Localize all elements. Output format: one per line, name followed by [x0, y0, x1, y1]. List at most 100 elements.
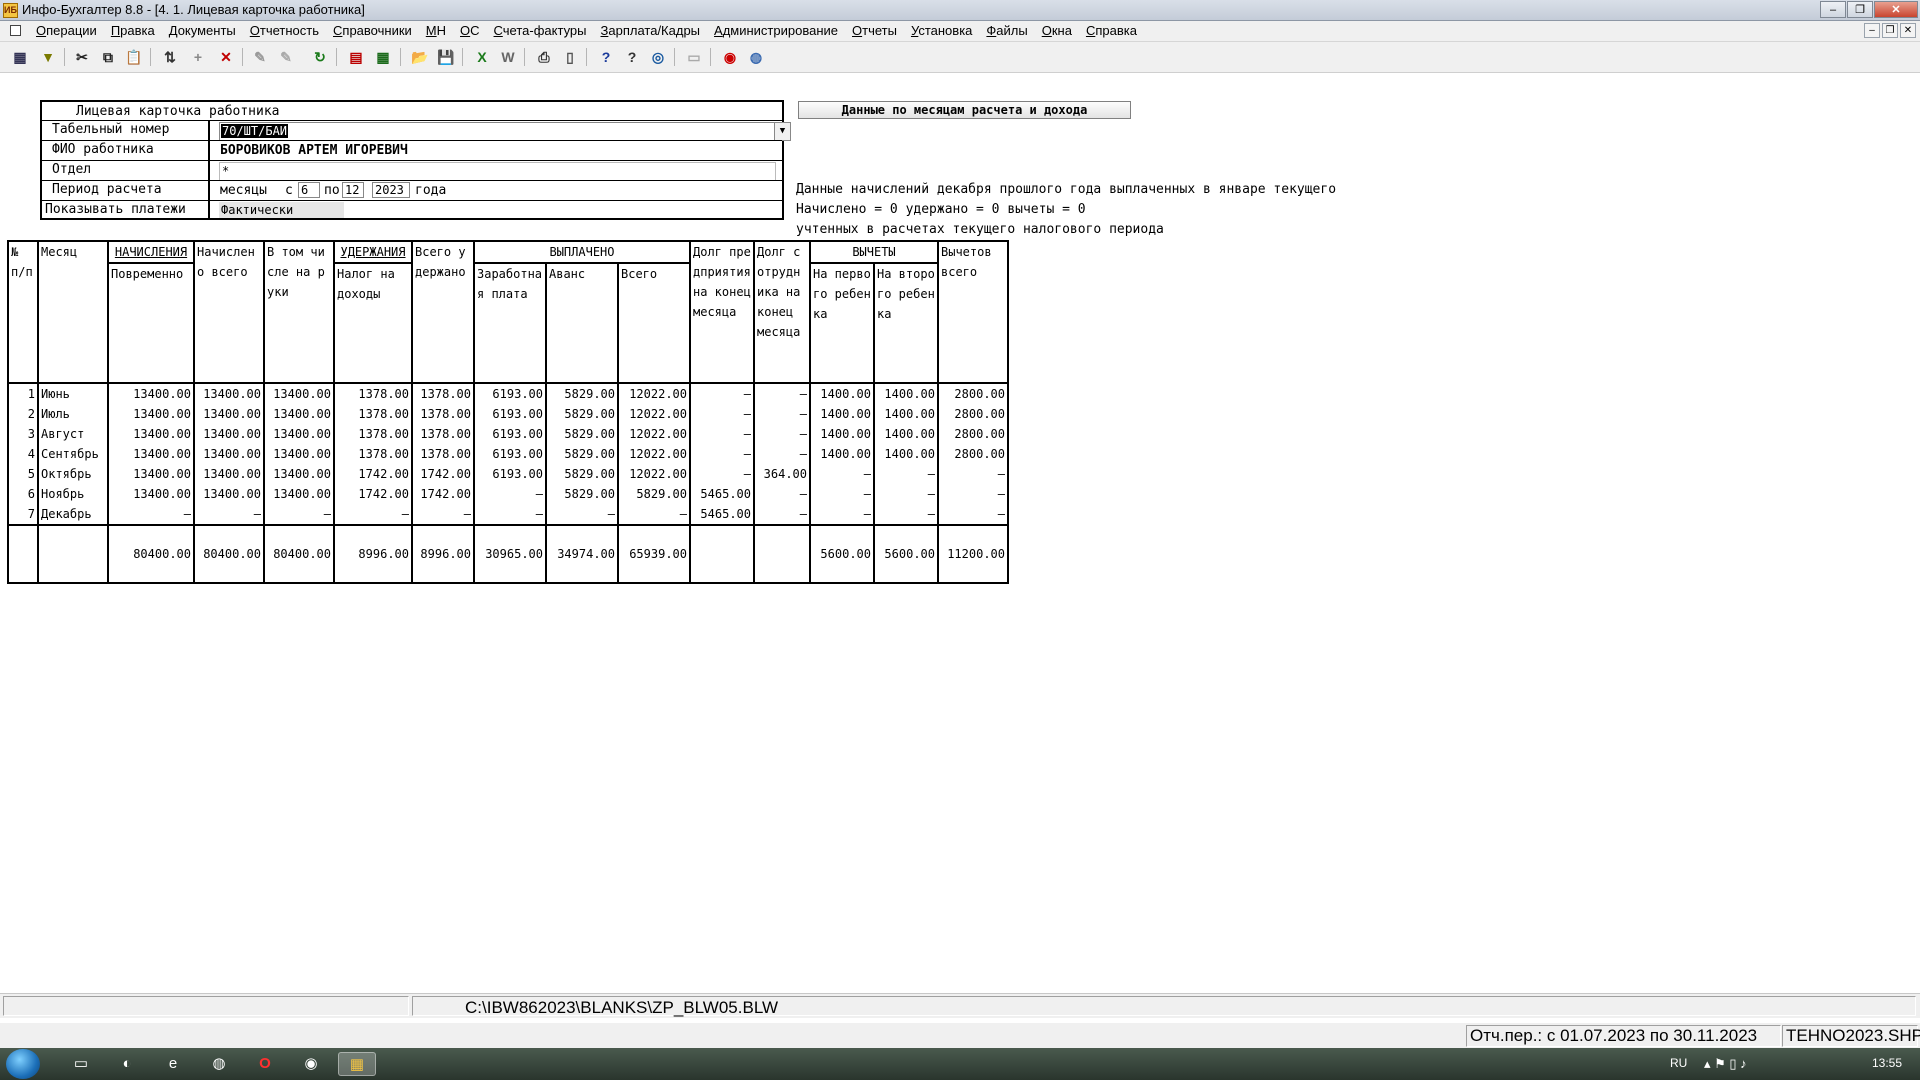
- period-year-input[interactable]: 2023: [372, 182, 410, 198]
- menu-help[interactable]: Справка: [1079, 23, 1144, 39]
- menu-administration[interactable]: Администрирование: [707, 23, 845, 39]
- row-debt-company: –: [689, 404, 755, 424]
- menu-operations[interactable]: Операции: [29, 23, 104, 39]
- doc-minimize-button[interactable]: –: [1864, 23, 1880, 38]
- row-month: Декабрь: [37, 504, 109, 525]
- row-second-child: 1400.00: [873, 444, 939, 464]
- col-tax-deductions-group-header: ВЫЧЕТЫ: [809, 240, 939, 264]
- context-help-icon[interactable]: ?: [622, 47, 642, 67]
- excel-icon[interactable]: X: [472, 47, 492, 67]
- compass-icon[interactable]: ◎: [648, 47, 668, 67]
- grid-icon[interactable]: ▦: [373, 47, 393, 67]
- calculator-icon[interactable]: ▦: [10, 47, 30, 67]
- infobuh-icon[interactable]: ▦: [338, 1052, 376, 1076]
- toolbar-separator: [674, 48, 675, 66]
- total-num: [7, 524, 39, 584]
- menu-mn[interactable]: МН: [419, 23, 453, 39]
- tray-icons[interactable]: ▴ ⚑ ▯ ♪: [1704, 1056, 1747, 1072]
- doc-restore-button[interactable]: ❐: [1882, 23, 1898, 38]
- total-month: [37, 524, 109, 584]
- restore-button[interactable]: ❐: [1847, 1, 1873, 18]
- doc-close-button[interactable]: ✕: [1900, 23, 1916, 38]
- chevron-down-icon[interactable]: ▼: [774, 122, 791, 141]
- row-paid-total: 12022.00: [617, 444, 691, 464]
- menu-references[interactable]: Справочники: [326, 23, 419, 39]
- firefox-icon[interactable]: ◍: [200, 1052, 238, 1076]
- word-icon[interactable]: W: [498, 47, 518, 67]
- col-num-header-line1: №: [11, 245, 19, 259]
- department-label: Отдел: [42, 161, 210, 180]
- ie-icon[interactable]: e: [154, 1052, 192, 1076]
- table-row[interactable]: 3 Август 13400.00 13400.00 13400.00 1378…: [7, 424, 1009, 444]
- edit-icon[interactable]: ✎: [250, 47, 270, 67]
- print-icon[interactable]: ⎙: [534, 47, 554, 67]
- disabled-icon[interactable]: ▭: [684, 47, 704, 67]
- table-row[interactable]: 6 Ноябрь 13400.00 13400.00 13400.00 1742…: [7, 484, 1009, 504]
- preview-icon[interactable]: ▯: [560, 47, 580, 67]
- start-button[interactable]: [6, 1049, 40, 1079]
- sort-icon[interactable]: ⇅: [160, 47, 180, 67]
- menu-settings[interactable]: Установка: [904, 23, 979, 39]
- document-window-icon[interactable]: [10, 25, 21, 36]
- opera-icon[interactable]: O: [246, 1052, 284, 1076]
- save-icon[interactable]: 💾: [436, 47, 456, 67]
- col-deducted-total-header: Всего удержано: [411, 240, 475, 383]
- period-to-input[interactable]: 12: [342, 182, 364, 198]
- row-deductions-total: 2800.00: [937, 424, 1009, 444]
- row-paid-total: –: [617, 504, 691, 525]
- filter-icon[interactable]: ▼: [38, 47, 58, 67]
- row-debt-employee: –: [753, 504, 811, 525]
- row-deductions-total: 2800.00: [937, 444, 1009, 464]
- department-input[interactable]: *: [219, 162, 776, 181]
- row-month: Сентябрь: [37, 444, 109, 464]
- menu-windows[interactable]: Окна: [1035, 23, 1079, 39]
- cut-icon[interactable]: ✂: [72, 47, 92, 67]
- edit-disabled-icon[interactable]: ✎: [276, 47, 296, 67]
- menu-documents[interactable]: Документы: [162, 23, 243, 39]
- copy-icon[interactable]: ⧉: [98, 47, 118, 67]
- app-logo-icon[interactable]: ИБ: [3, 3, 18, 18]
- paste-icon[interactable]: 📋: [124, 47, 144, 67]
- row-advance: 5829.00: [545, 464, 619, 484]
- delete-icon[interactable]: ✕: [216, 47, 236, 67]
- table-row[interactable]: 7 Декабрь – – – – – – – – 5465.00 – – – …: [7, 504, 1009, 525]
- refresh-icon[interactable]: ↻: [310, 47, 330, 67]
- menu-files[interactable]: Файлы: [979, 23, 1034, 39]
- minimize-button[interactable]: –: [1820, 1, 1846, 18]
- help-icon[interactable]: ?: [596, 47, 616, 67]
- show-payments-select[interactable]: Фактически: [219, 202, 344, 218]
- clock[interactable]: 13:55: [1872, 1056, 1902, 1070]
- toolbar-separator: [242, 48, 243, 66]
- menu-edit[interactable]: Правка: [104, 23, 162, 39]
- lifebuoy-icon[interactable]: ◉: [720, 47, 740, 67]
- months-data-button[interactable]: Данные по месяцам расчета и дохода: [798, 101, 1131, 119]
- language-indicator[interactable]: RU: [1670, 1056, 1687, 1070]
- menu-invoices[interactable]: Счета-фактуры: [487, 23, 594, 39]
- card-title: Лицевая карточка работника: [76, 104, 280, 119]
- table-row[interactable]: 5 Октябрь 13400.00 13400.00 13400.00 174…: [7, 464, 1009, 484]
- globe-icon[interactable]: ◍: [746, 47, 766, 67]
- pdf-icon[interactable]: ▤: [346, 47, 366, 67]
- table-row[interactable]: 4 Сентябрь 13400.00 13400.00 13400.00 13…: [7, 444, 1009, 464]
- close-button[interactable]: ✕: [1874, 1, 1918, 18]
- menu-payroll[interactable]: Зарплата/Кадры: [594, 23, 708, 39]
- total-second-child: 5600.00: [873, 524, 939, 584]
- tab-number-select[interactable]: 70/ШТ/БАИ ▼: [219, 122, 791, 141]
- menu-reports[interactable]: Отчеты: [845, 23, 904, 39]
- chrome-icon[interactable]: ◉: [292, 1052, 330, 1076]
- table-row[interactable]: 1 Июнь 13400.00 13400.00 13400.00 1378.0…: [7, 382, 1009, 404]
- media-icon[interactable]: ◐: [108, 1052, 146, 1076]
- add-icon[interactable]: +: [188, 47, 208, 67]
- row-accrued-total: 13400.00: [193, 484, 265, 504]
- period-year-text: года: [415, 183, 447, 198]
- menu-os[interactable]: ОС: [453, 23, 487, 39]
- open-folder-icon[interactable]: 📂: [410, 47, 430, 67]
- row-debt-employee: –: [753, 382, 811, 404]
- row-advance: 5829.00: [545, 444, 619, 464]
- explorer-icon[interactable]: ▭: [62, 1052, 100, 1076]
- menu-reporting[interactable]: Отчетность: [243, 23, 326, 39]
- table-row[interactable]: 2 Июль 13400.00 13400.00 13400.00 1378.0…: [7, 404, 1009, 424]
- period-from-input[interactable]: 6: [298, 182, 320, 198]
- fio-label: ФИО работника: [42, 141, 210, 160]
- row-paid-total: 12022.00: [617, 404, 691, 424]
